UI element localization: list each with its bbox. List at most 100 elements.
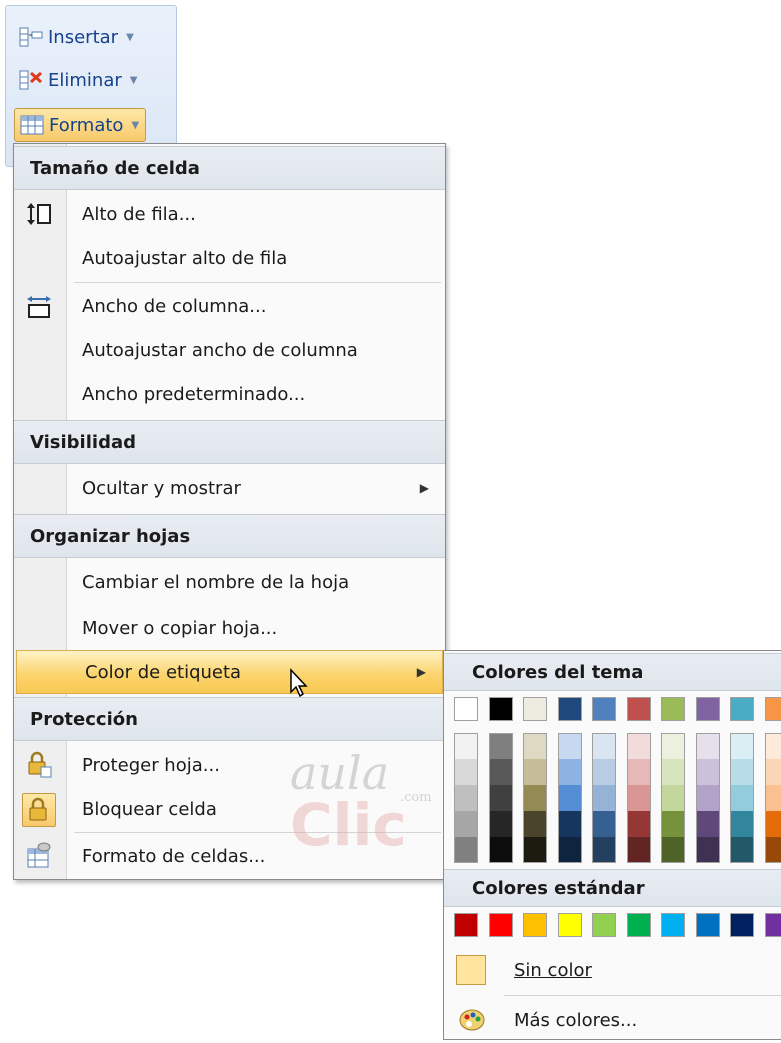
theme-color-swatch[interactable]: [592, 697, 616, 721]
delete-button[interactable]: Eliminar ▼: [14, 66, 143, 94]
theme-color-shade-swatch[interactable]: [627, 837, 651, 863]
theme-color-swatch[interactable]: [627, 697, 651, 721]
theme-color-shade-swatch[interactable]: [730, 837, 754, 863]
theme-color-shade-swatch[interactable]: [627, 785, 651, 811]
theme-color-shade-swatch[interactable]: [489, 759, 513, 785]
theme-color-shade-swatch[interactable]: [730, 759, 754, 785]
theme-color-shade-swatch[interactable]: [454, 759, 478, 785]
theme-color-shade-swatch[interactable]: [558, 837, 582, 863]
theme-color-shade-swatch[interactable]: [523, 785, 547, 811]
rename-sheet-item[interactable]: Cambiar el nombre de la hoja: [14, 560, 445, 604]
theme-color-shade-swatch[interactable]: [489, 733, 513, 759]
theme-color-shade-swatch[interactable]: [696, 759, 720, 785]
theme-color-shade-swatch[interactable]: [661, 811, 685, 837]
standard-color-swatch[interactable]: [696, 913, 720, 937]
standard-color-swatch[interactable]: [627, 913, 651, 937]
theme-color-shade-swatch[interactable]: [592, 837, 616, 863]
theme-color-shade-swatch[interactable]: [592, 759, 616, 785]
theme-color-shade-swatch[interactable]: [627, 733, 651, 759]
theme-color-shade-swatch[interactable]: [627, 759, 651, 785]
theme-color-shade-swatch[interactable]: [592, 785, 616, 811]
theme-color-shade-swatch[interactable]: [765, 759, 781, 785]
hide-show-item[interactable]: Ocultar y mostrar ▶: [14, 466, 445, 510]
theme-color-shade-swatch[interactable]: [696, 785, 720, 811]
theme-color-shade-swatch[interactable]: [558, 733, 582, 759]
theme-color-shade-swatch[interactable]: [696, 811, 720, 837]
theme-color-shade-swatch[interactable]: [558, 785, 582, 811]
standard-color-swatch[interactable]: [523, 913, 547, 937]
theme-color-shade-swatch[interactable]: [627, 811, 651, 837]
default-width-item[interactable]: Ancho predeterminado...: [14, 372, 445, 416]
theme-color-shade-swatch[interactable]: [489, 811, 513, 837]
standard-color-swatch[interactable]: [592, 913, 616, 937]
insert-button[interactable]: Insertar ▼: [14, 23, 140, 51]
theme-color-shade-swatch[interactable]: [454, 785, 478, 811]
section-header-cell-size: Tamaño de celda: [14, 146, 445, 190]
theme-color-shade-swatch[interactable]: [730, 733, 754, 759]
tab-color-submenu: Colores del tema Colores estándar Sin co…: [443, 650, 781, 1040]
theme-color-shade-swatch[interactable]: [765, 811, 781, 837]
theme-color-shade-swatch[interactable]: [558, 811, 582, 837]
more-colors-item[interactable]: Más colores...: [444, 997, 781, 1043]
separator: [74, 282, 441, 283]
format-cells-dialog-icon: [24, 841, 54, 871]
theme-color-shade-swatch[interactable]: [523, 811, 547, 837]
theme-color-shade-swatch[interactable]: [523, 837, 547, 863]
theme-color-swatch[interactable]: [489, 697, 513, 721]
standard-color-swatch[interactable]: [730, 913, 754, 937]
theme-color-shade-swatch[interactable]: [661, 759, 685, 785]
mouse-pointer-icon: [289, 668, 309, 698]
row-height-item[interactable]: Alto de fila...: [14, 192, 445, 236]
move-copy-sheet-item[interactable]: Mover o copiar hoja...: [14, 606, 445, 650]
theme-color-shade-swatch[interactable]: [489, 785, 513, 811]
theme-color-shade-swatch[interactable]: [454, 733, 478, 759]
standard-color-swatch[interactable]: [489, 913, 513, 937]
column-width-item[interactable]: Ancho de columna...: [14, 284, 445, 328]
section-header-protection: Protección: [14, 697, 445, 741]
theme-color-shade-swatch[interactable]: [489, 837, 513, 863]
theme-color-shade-swatch[interactable]: [523, 733, 547, 759]
theme-color-shade-swatch[interactable]: [454, 811, 478, 837]
theme-color-shade-swatch[interactable]: [661, 837, 685, 863]
protect-sheet-label: Proteger hoja...: [82, 755, 220, 776]
format-cells-label: Formato de celdas...: [82, 846, 265, 867]
autofit-column-width-item[interactable]: Autoajustar ancho de columna: [14, 328, 445, 372]
theme-color-shade-swatch[interactable]: [454, 837, 478, 863]
theme-color-swatch[interactable]: [696, 697, 720, 721]
format-button[interactable]: Formato ▼: [14, 108, 146, 142]
theme-color-swatch[interactable]: [523, 697, 547, 721]
theme-color-shade-swatch[interactable]: [730, 785, 754, 811]
theme-color-shade-swatch[interactable]: [765, 733, 781, 759]
theme-color-swatch[interactable]: [730, 697, 754, 721]
no-color-item[interactable]: Sin color: [444, 947, 781, 993]
standard-color-swatch[interactable]: [558, 913, 582, 937]
theme-color-shade-swatch[interactable]: [592, 733, 616, 759]
delete-cells-icon: [18, 69, 44, 91]
standard-color-swatch[interactable]: [661, 913, 685, 937]
lock-cell-item[interactable]: Bloquear celda: [14, 787, 445, 831]
theme-color-shade-swatch[interactable]: [696, 733, 720, 759]
theme-color-shade-swatch[interactable]: [730, 811, 754, 837]
protect-sheet-item[interactable]: Proteger hoja...: [14, 743, 445, 787]
theme-color-shade-swatch[interactable]: [765, 785, 781, 811]
theme-color-swatch[interactable]: [558, 697, 582, 721]
format-cells-item[interactable]: Formato de celdas...: [14, 834, 445, 878]
theme-color-shade-swatch[interactable]: [661, 733, 685, 759]
theme-color-shade-swatch[interactable]: [696, 837, 720, 863]
theme-color-shade-swatch[interactable]: [523, 759, 547, 785]
theme-color-shade-swatch[interactable]: [592, 811, 616, 837]
separator: [74, 832, 441, 833]
theme-color-swatch[interactable]: [661, 697, 685, 721]
standard-color-swatch[interactable]: [454, 913, 478, 937]
theme-color-shade-swatch[interactable]: [765, 837, 781, 863]
section-header-visibility: Visibilidad: [14, 420, 445, 464]
standard-color-swatch[interactable]: [765, 913, 781, 937]
standard-colors-header: Colores estándar: [444, 869, 781, 907]
row-height-label: Alto de fila...: [82, 204, 196, 225]
theme-color-shade-swatch[interactable]: [661, 785, 685, 811]
tab-color-item[interactable]: Color de etiqueta ▶: [16, 650, 443, 694]
autofit-row-height-item[interactable]: Autoajustar alto de fila: [14, 236, 445, 280]
theme-color-shade-swatch[interactable]: [558, 759, 582, 785]
theme-color-swatch[interactable]: [454, 697, 478, 721]
theme-color-swatch[interactable]: [765, 697, 781, 721]
